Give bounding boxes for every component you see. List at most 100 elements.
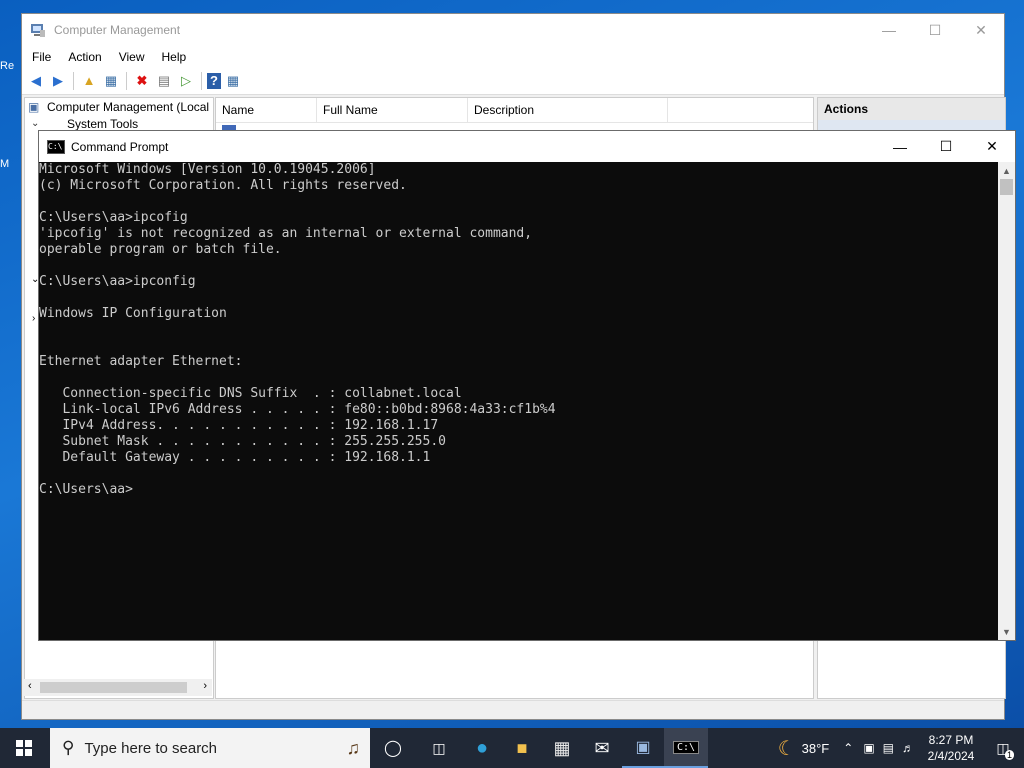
console-line: IPv4 Address. . . . . . . . . . . : 192.… (39, 418, 439, 433)
show-action-pane-icon[interactable]: ▦ (223, 71, 243, 91)
minimize-button[interactable]: — (877, 131, 923, 162)
menu-bar: File Action View Help (22, 46, 1004, 67)
list-header: Name Full Name Description (216, 98, 813, 123)
meet-now-icon[interactable]: ▣ (863, 741, 874, 755)
vertical-scrollbar[interactable]: ▲ ▼ (998, 162, 1015, 640)
command-prompt-taskbar-icon[interactable]: C:\ (664, 728, 708, 768)
task-view-button[interactable]: ◯ (370, 728, 416, 768)
console-line (39, 370, 999, 386)
console-line: C:\Users\aa> (39, 482, 133, 497)
actions-header: Actions (818, 98, 1005, 120)
toolbar-separator (126, 71, 127, 90)
cortana-icon: ◯ (384, 740, 402, 757)
console-line: C:\Users\aa>ipconfig (39, 274, 196, 289)
console-line (39, 466, 999, 482)
tree-item-label: System Tools (67, 116, 139, 131)
desktop-icon-recycle-bin[interactable]: Re (0, 60, 22, 72)
edge-icon[interactable]: ● (462, 728, 502, 768)
menu-view[interactable]: View (109, 50, 152, 64)
scroll-left-icon[interactable]: ‹ (28, 680, 32, 692)
scroll-right-icon[interactable]: › (203, 680, 207, 692)
console-line: Link-local IPv6 Address . . . . . : fe80… (39, 402, 556, 417)
up-folder-icon[interactable]: ▲ (79, 71, 99, 91)
console-output[interactable]: Microsoft Windows [Version 10.0.19045.20… (39, 162, 999, 640)
close-button[interactable]: ✕ (958, 14, 1004, 46)
column-header-name[interactable]: Name (216, 98, 317, 122)
console-line (39, 322, 999, 338)
desktop-icon-this-pc[interactable]: M (0, 158, 22, 170)
chevron-right-icon[interactable]: › (32, 313, 35, 324)
menu-help[interactable]: Help (152, 50, 194, 64)
command-prompt-window: C:\ Command Prompt — ☐ ✕ Microsoft Windo… (38, 130, 1016, 641)
maximize-button[interactable]: ☐ (923, 131, 969, 162)
tree-horizontal-scrollbar[interactable]: ‹ › (24, 679, 212, 696)
console-line (39, 258, 999, 274)
forward-icon[interactable]: ▶ (48, 71, 68, 91)
weather-temperature[interactable]: 38°F (802, 741, 830, 756)
back-icon[interactable]: ◀ (26, 71, 46, 91)
console-line: Microsoft Windows [Version 10.0.19045.20… (39, 162, 376, 177)
console-line: 'ipcofig' is not recognized as an intern… (39, 226, 533, 241)
column-header-full-name[interactable]: Full Name (317, 98, 468, 122)
scrollbar-thumb[interactable] (1000, 179, 1013, 195)
column-header-description[interactable]: Description (468, 98, 668, 122)
scroll-down-icon[interactable]: ▼ (998, 623, 1015, 640)
minimize-button[interactable]: — (866, 14, 912, 46)
windows-icon (16, 740, 32, 756)
window-title: Command Prompt (71, 139, 169, 154)
scrollbar-thumb[interactable] (40, 682, 187, 693)
chevron-down-icon: ⌄ (31, 118, 40, 129)
toolbar-separator (201, 71, 202, 90)
toolbar: ◀ ▶ ▲ ▦ ✖ ▤ ▷ ? ▦ (22, 67, 1004, 95)
volume-muted-icon[interactable]: ♬ (902, 741, 914, 755)
console-line: Default Gateway . . . . . . . . . : 192.… (39, 450, 431, 465)
menu-file[interactable]: File (22, 50, 58, 64)
cmd-icon: C:\ (47, 139, 65, 154)
clock-time: 8:27 PM (928, 733, 974, 747)
task-view-icon[interactable]: ◫ (416, 728, 462, 768)
export-list-icon[interactable]: ▷ (176, 71, 196, 91)
scroll-up-icon[interactable]: ▲ (998, 162, 1015, 179)
desktop-icon-label: Re (0, 60, 15, 72)
tree-item-label: Computer Management (Local (47, 99, 210, 114)
console-line (39, 338, 999, 354)
chevron-up-icon[interactable]: ⌃ (843, 741, 853, 755)
help-icon[interactable]: ? (207, 72, 221, 89)
tree-item-computer-management[interactable]: ▣ Computer Management (Local (25, 98, 213, 115)
system-tray: ☾ 38°F ⌃ ▣ ▤ ♬ 8:27 PM 2/4/2024 ◫ 1 (778, 728, 1024, 768)
title-bar[interactable]: C:\ Command Prompt — ☐ ✕ (39, 131, 1015, 162)
delete-icon[interactable]: ✖ (132, 71, 152, 91)
desktop-icon-label: M (0, 158, 10, 170)
taskbar: ⚲ Type here to search ♫ ◯ ◫ ● ■ ▦ ✉ ▣ C:… (0, 728, 1024, 768)
search-box[interactable]: ⚲ Type here to search ♫ (50, 728, 370, 768)
network-icon[interactable]: ▤ (883, 741, 894, 755)
weather-icon[interactable]: ☾ (778, 736, 796, 761)
close-button[interactable]: ✕ (969, 131, 1015, 162)
mail-icon[interactable]: ✉ (582, 728, 622, 768)
menu-action[interactable]: Action (58, 50, 108, 64)
computer-management-icon (31, 24, 45, 37)
title-bar[interactable]: Computer Management — ☐ ✕ (22, 14, 1004, 46)
search-placeholder: Type here to search (84, 739, 218, 757)
notification-center-button[interactable]: ◫ 1 (982, 728, 1024, 768)
notification-badge: 1 (1004, 750, 1014, 760)
computer-management-taskbar-icon[interactable]: ▣ (622, 728, 664, 768)
store-icon[interactable]: ▦ (542, 728, 582, 768)
clock[interactable]: 8:27 PM 2/4/2024 (920, 732, 982, 764)
console-line: C:\Users\aa>ipcofig (39, 210, 188, 225)
maximize-button[interactable]: ☐ (912, 14, 958, 46)
console-line: Ethernet adapter Ethernet: (39, 354, 243, 369)
console-line: operable program or batch file. (39, 242, 282, 257)
console-line: Connection-specific DNS Suffix . : colla… (39, 386, 462, 401)
start-button[interactable] (0, 728, 48, 768)
console-line: (c) Microsoft Corporation. All rights re… (39, 178, 407, 193)
file-explorer-icon[interactable]: ■ (502, 728, 542, 768)
computer-icon: ▣ (28, 99, 40, 114)
clock-date: 2/4/2024 (927, 749, 975, 763)
window-title: Computer Management (54, 23, 181, 37)
console-line (39, 290, 999, 306)
show-hide-tree-icon[interactable]: ▦ (101, 71, 121, 91)
console-line (39, 194, 999, 210)
properties-icon[interactable]: ▤ (154, 71, 174, 91)
console-line: Subnet Mask . . . . . . . . . . . : 255.… (39, 434, 446, 449)
